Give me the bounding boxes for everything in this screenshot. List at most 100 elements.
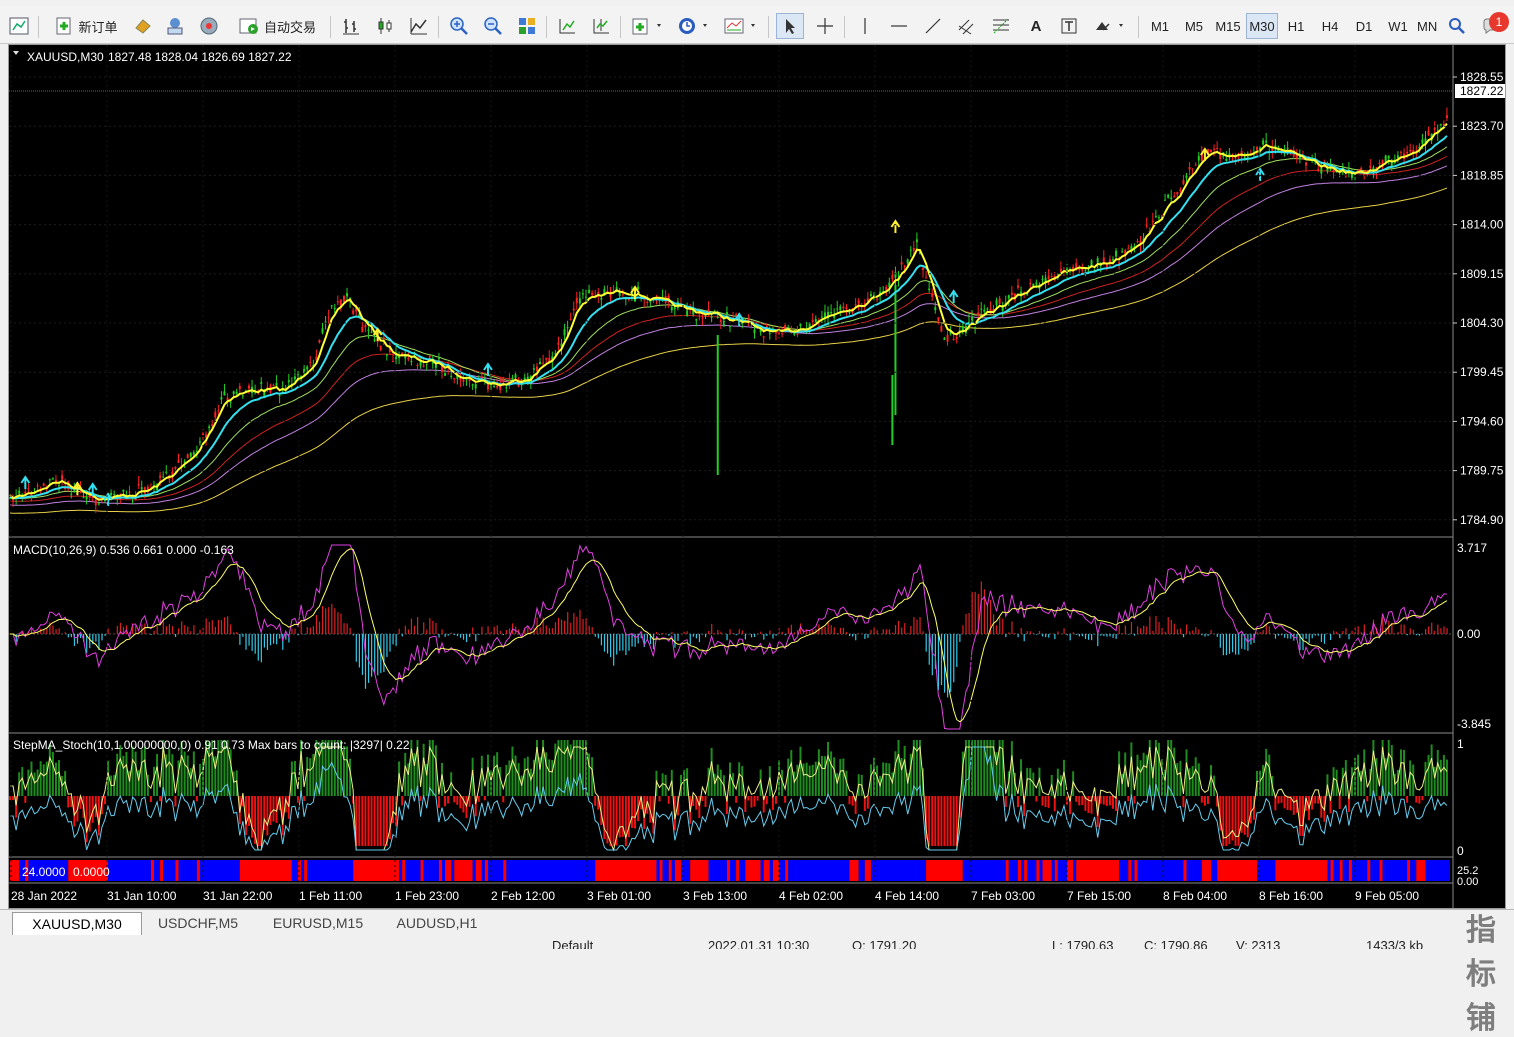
macd-hist-bar bbox=[567, 612, 568, 634]
fibonacci-icon[interactable] bbox=[988, 13, 1016, 39]
macd-hist-bar bbox=[451, 633, 452, 634]
data-window-icon[interactable] bbox=[162, 13, 188, 39]
chart-tabs: XAUUSD,M30 USDCHF,M5 EURUSD,M15 AUDUSD,H… bbox=[0, 909, 1514, 937]
bar-chart-icon[interactable] bbox=[338, 13, 364, 39]
timeframe-w1[interactable]: W1 bbox=[1382, 13, 1414, 39]
tab-audusd-h1[interactable]: AUDUSD,H1 bbox=[380, 912, 494, 934]
tab-xauusd-m30[interactable]: XAUUSD,M30 bbox=[12, 912, 142, 935]
timeframe-h4[interactable]: H4 bbox=[1314, 13, 1346, 39]
band-segment bbox=[424, 860, 439, 881]
new-order-button[interactable]: 新订单 bbox=[46, 13, 126, 39]
stoch-bar bbox=[459, 796, 461, 808]
candle-body bbox=[934, 307, 936, 310]
stoch-bar bbox=[1415, 796, 1417, 803]
cursor-tool-icon[interactable] bbox=[776, 13, 804, 39]
stoch-bar bbox=[747, 796, 749, 801]
stoch-bar bbox=[812, 765, 814, 796]
macd-hist-bar bbox=[1024, 634, 1025, 641]
crosshair-icon[interactable] bbox=[812, 13, 838, 39]
tile-windows-icon[interactable] bbox=[514, 13, 540, 39]
stoch-bar bbox=[576, 740, 578, 796]
candlestick-icon[interactable] bbox=[372, 13, 398, 39]
macd-hist-bar bbox=[193, 625, 194, 634]
stoch-bar bbox=[1081, 796, 1083, 805]
line-chart-icon[interactable] bbox=[406, 13, 432, 39]
stoch-bar bbox=[1035, 796, 1037, 802]
timeframe-m1[interactable]: M1 bbox=[1144, 13, 1176, 39]
candle-body bbox=[1397, 155, 1399, 158]
stoch-bar bbox=[754, 796, 756, 807]
macd-hist-bar bbox=[1018, 634, 1019, 637]
profiles-icon[interactable] bbox=[6, 13, 32, 39]
stoch-bar bbox=[735, 796, 737, 803]
timeframe-d1[interactable]: D1 bbox=[1348, 13, 1380, 39]
vertical-line-icon[interactable] bbox=[852, 13, 878, 39]
watermark-logo: 指标铺 bbox=[1466, 905, 1514, 1037]
candle-body bbox=[579, 298, 581, 303]
equidistant-channel-icon[interactable] bbox=[954, 13, 982, 39]
market-watch-icon[interactable] bbox=[130, 13, 156, 39]
horizontal-line-icon[interactable] bbox=[886, 13, 912, 39]
macd-hist-bar bbox=[356, 634, 357, 662]
stoch-bar bbox=[58, 760, 60, 796]
timeframe-mn[interactable]: MN bbox=[1416, 13, 1438, 39]
macd-hist-bar bbox=[319, 622, 320, 634]
macd-hist-bar bbox=[852, 634, 853, 637]
macd-hist-bar bbox=[368, 634, 369, 683]
tab-usdchf-m5[interactable]: USDCHF,M5 bbox=[142, 912, 254, 934]
candle-body bbox=[821, 317, 823, 318]
candle-body bbox=[98, 503, 100, 504]
periods-dropdown-icon[interactable] bbox=[674, 13, 714, 39]
band-segment bbox=[454, 860, 472, 881]
zoom-out-icon[interactable] bbox=[480, 13, 506, 39]
trendline-icon[interactable] bbox=[920, 13, 946, 39]
timeframe-m5[interactable]: M5 bbox=[1178, 13, 1210, 39]
band-segment bbox=[849, 860, 858, 881]
chart-shift-icon[interactable] bbox=[554, 13, 580, 39]
status-bar: Default 2022.01.31 10:30 O: 1791.20 L: 1… bbox=[0, 936, 1514, 949]
macd-hist-bar bbox=[374, 634, 375, 673]
candle-body bbox=[383, 338, 385, 340]
stoch-bar bbox=[272, 796, 274, 822]
search-icon[interactable] bbox=[1444, 13, 1470, 39]
timeframe-m15[interactable]: M15 bbox=[1212, 13, 1244, 39]
candle-body bbox=[193, 452, 195, 454]
tab-eurusd-m15[interactable]: EURUSD,M15 bbox=[258, 912, 378, 934]
candle-body bbox=[925, 277, 927, 278]
macd-hist-bar bbox=[1318, 634, 1319, 636]
candle-body bbox=[1317, 169, 1319, 170]
autotrade-button[interactable]: 自动交易 bbox=[230, 13, 324, 39]
price-axis-label: 1818.85 bbox=[1460, 168, 1504, 182]
macd-hist-bar bbox=[892, 633, 893, 634]
band-segment bbox=[482, 860, 485, 881]
stoch-bar bbox=[447, 796, 449, 804]
timeframe-h1[interactable]: H1 bbox=[1280, 13, 1312, 39]
macd-hist-bar bbox=[1339, 634, 1340, 638]
navigator-icon[interactable] bbox=[196, 13, 222, 39]
timeframe-m30[interactable]: M30 bbox=[1246, 13, 1278, 39]
macd-hist-bar bbox=[108, 629, 109, 634]
macd-hist-bar bbox=[579, 610, 580, 634]
candle-body bbox=[466, 379, 468, 380]
chart-canvas[interactable]: 1828.551823.701818.851814.001809.151804.… bbox=[9, 45, 1505, 908]
text-label-icon[interactable] bbox=[1056, 13, 1082, 39]
macd-hist-bar bbox=[1238, 634, 1239, 655]
chart-collapse-icon[interactable] bbox=[13, 51, 19, 55]
stoch-bar bbox=[977, 740, 979, 796]
macd-hist-bar bbox=[788, 628, 789, 634]
macd-hist-bar bbox=[353, 634, 354, 636]
candle-body bbox=[845, 307, 847, 309]
macd-hist-bar bbox=[1119, 625, 1120, 634]
chart-window[interactable]: 1828.551823.701818.851814.001809.151804.… bbox=[8, 44, 1506, 909]
candle-body bbox=[533, 368, 535, 370]
indicators-dropdown-icon[interactable] bbox=[628, 13, 668, 39]
candle-body bbox=[190, 453, 192, 457]
autoscroll-icon[interactable] bbox=[588, 13, 614, 39]
macd-hist-bar bbox=[190, 631, 191, 634]
arrows-dropdown-icon[interactable] bbox=[1090, 13, 1130, 39]
text-tool-icon[interactable]: A bbox=[1024, 13, 1048, 39]
band-segment bbox=[476, 860, 482, 881]
candle-body bbox=[1320, 168, 1322, 174]
templates-dropdown-icon[interactable] bbox=[720, 13, 762, 39]
zoom-in-icon[interactable] bbox=[446, 13, 472, 39]
